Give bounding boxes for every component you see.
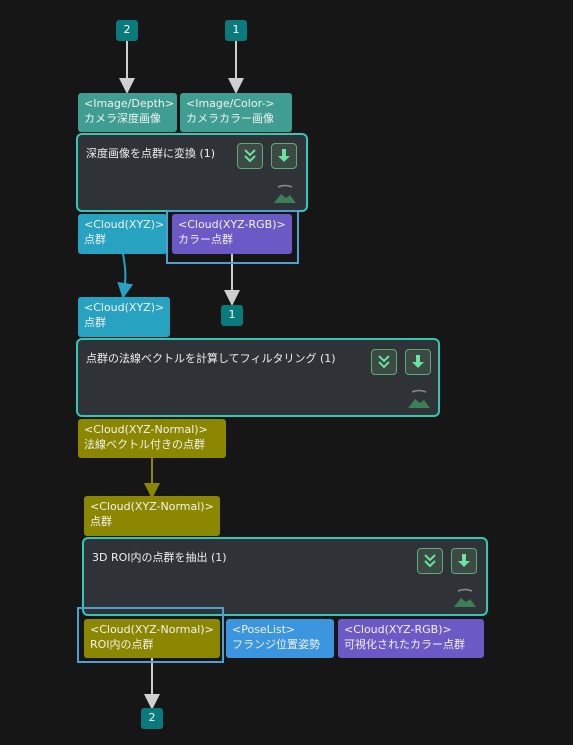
- visualize-preview-icon[interactable]: [272, 181, 298, 205]
- port-type-label: <Cloud(XYZ-Normal)>: [90, 500, 214, 513]
- port-type-label: <Cloud(XYZ)>: [84, 218, 165, 231]
- port-type-label: <Image/Depth>: [84, 97, 175, 110]
- node3-output-poselist[interactable]: <PoseList> フランジ位置姿勢: [226, 619, 334, 658]
- port-name-label: ROI内の点群: [90, 638, 154, 651]
- port-name-label: 点群: [84, 316, 106, 329]
- port-name-label: フランジ位置姿勢: [232, 638, 320, 651]
- collapse-chevron-icon[interactable]: [417, 548, 443, 574]
- node1-input-color[interactable]: <Image/Color-> カメラカラー画像: [180, 93, 292, 132]
- input-badge-color[interactable]: 1: [225, 20, 247, 41]
- visualize-preview-icon[interactable]: [406, 386, 432, 410]
- node-title: 3D ROI内の点群を抽出 (1): [92, 551, 227, 564]
- node3-output-roi[interactable]: <Cloud(XYZ-Normal)> ROI内の点群: [84, 619, 220, 658]
- node-depth-to-cloud[interactable]: 深度画像を点群に変換 (1): [76, 133, 308, 212]
- port-type-label: <Image/Color->: [186, 97, 275, 110]
- download-arrow-icon[interactable]: [451, 548, 477, 574]
- node2-output-normal[interactable]: <Cloud(XYZ-Normal)> 法線ベクトル付きの点群: [78, 419, 226, 458]
- node3-output-rgb-viz[interactable]: <Cloud(XYZ-RGB)> 可視化されたカラー点群: [338, 619, 484, 658]
- visualize-preview-icon[interactable]: [452, 585, 478, 609]
- output-badge-roi[interactable]: 2: [141, 708, 163, 729]
- node1-output-xyz[interactable]: <Cloud(XYZ)> 点群: [78, 214, 167, 254]
- download-arrow-icon[interactable]: [271, 143, 297, 169]
- node1-output-rgb[interactable]: <Cloud(XYZ-RGB)> カラー点群: [172, 214, 292, 254]
- port-type-label: <Cloud(XYZ-Normal)>: [90, 623, 214, 636]
- node1-input-depth[interactable]: <Image/Depth> カメラ深度画像: [78, 93, 177, 132]
- port-name-label: 可視化されたカラー点群: [344, 638, 465, 651]
- node-roi-extract[interactable]: 3D ROI内の点群を抽出 (1): [82, 537, 488, 616]
- port-type-label: <Cloud(XYZ)>: [84, 301, 165, 314]
- port-name-label: 点群: [90, 515, 112, 528]
- node2-input-xyz[interactable]: <Cloud(XYZ)> 点群: [78, 297, 170, 337]
- collapse-chevron-icon[interactable]: [237, 143, 263, 169]
- port-name-label: 点群: [84, 233, 106, 246]
- port-type-label: <Cloud(XYZ-Normal)>: [84, 423, 208, 436]
- collapse-chevron-icon[interactable]: [371, 349, 397, 375]
- port-name-label: 法線ベクトル付きの点群: [84, 438, 205, 451]
- port-name-label: カメラ深度画像: [84, 112, 161, 125]
- node3-input-normal[interactable]: <Cloud(XYZ-Normal)> 点群: [84, 496, 220, 536]
- node-normal-filter[interactable]: 点群の法線ベクトルを計算してフィルタリング (1): [76, 338, 440, 417]
- download-arrow-icon[interactable]: [405, 349, 431, 375]
- wire-xyz-to-node2: [117, 253, 134, 299]
- port-type-label: <PoseList>: [232, 623, 296, 636]
- node-title: 点群の法線ベクトルを計算してフィルタリング (1): [86, 352, 336, 365]
- input-badge-depth[interactable]: 2: [116, 20, 138, 41]
- port-name-label: カラー点群: [178, 233, 233, 246]
- port-name-label: カメラカラー画像: [186, 112, 274, 125]
- node-title: 深度画像を点群に変換 (1): [86, 147, 216, 160]
- output-badge-rgb[interactable]: 1: [221, 305, 243, 326]
- port-type-label: <Cloud(XYZ-RGB)>: [178, 218, 286, 231]
- port-type-label: <Cloud(XYZ-RGB)>: [344, 623, 452, 636]
